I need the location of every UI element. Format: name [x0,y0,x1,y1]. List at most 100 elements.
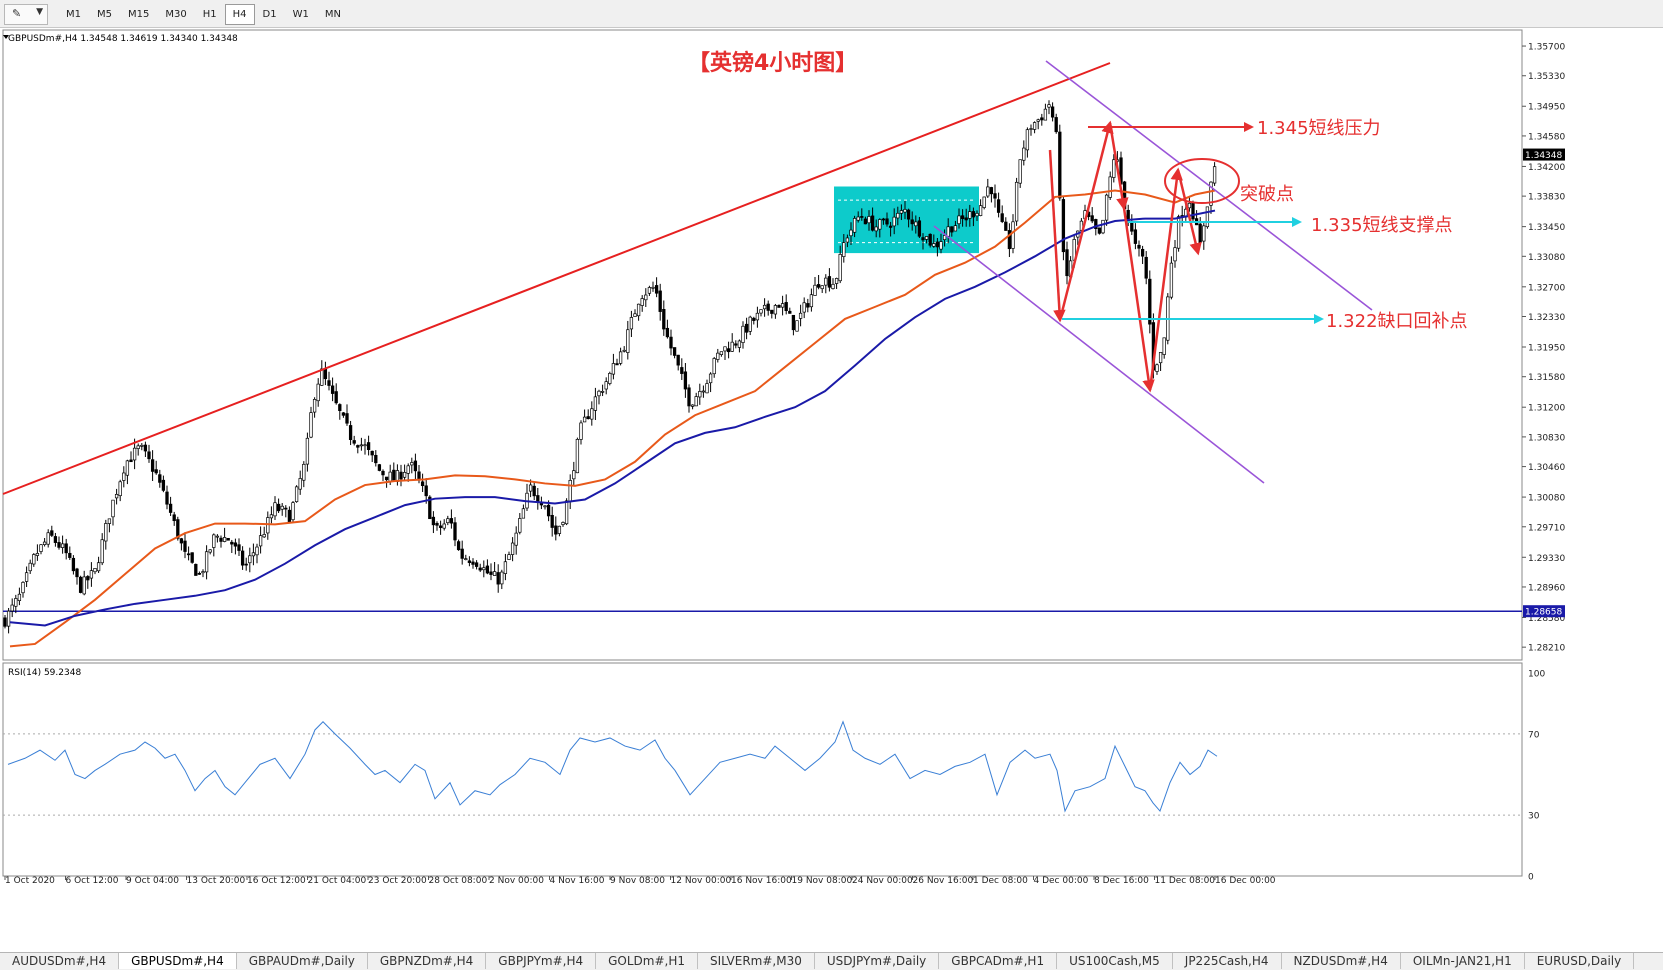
candle-bear [960,215,965,220]
price-axis-label: 1.32700 [1528,283,1565,293]
timeframe-button-mn[interactable]: MN [317,4,349,25]
candle-bear [435,522,439,526]
chart-tab[interactable]: GBPJPYm#,H4 [486,953,597,969]
candle-bear [989,187,994,195]
timeframe-button-m30[interactable]: M30 [157,4,194,25]
chart-tab[interactable]: EURUSD,Daily [1525,953,1635,969]
timeframe-button-m15[interactable]: M15 [120,4,157,25]
candle-bull [503,561,508,574]
chart-tab[interactable]: GBPNZDm#,H4 [368,953,487,969]
hline-price-label: 1.28658 [1525,608,1562,618]
time-axis-label: 16 Nov 16:00 [731,876,792,886]
candle-bear [1058,131,1062,199]
candle-bull [93,568,97,573]
chart-tab[interactable]: US100Cash,M5 [1057,953,1173,969]
candle-bear [1140,248,1145,257]
candle-bear [860,216,864,218]
chart-tabs: AUDUSDm#,H4 GBPUSDm#,H4 GBPAUDm#,Daily GBPN… [0,952,1663,970]
candle-bear [917,220,922,237]
candle-bull [849,229,853,237]
candle-bear [456,541,461,551]
candle-bear [1040,117,1044,121]
rsi-axis-label: 0 [1528,873,1534,883]
candle-bear [654,285,659,294]
timeframe-button-w1[interactable]: W1 [285,4,317,25]
candle-bear [744,323,749,333]
candle-bull [402,472,407,478]
candle-bull [1011,221,1015,249]
time-axis-label: 9 Oct 04:00 [126,876,179,886]
candle-bull [701,390,706,393]
price-axis-label: 1.30830 [1528,433,1565,443]
candle-bear [662,309,666,330]
candle-bull [446,518,450,524]
chart-tab[interactable]: AUDUSDm#,H4 [0,953,120,969]
candle-bear [474,562,479,567]
candle-bear [791,314,796,331]
timeframe-button-d1[interactable]: D1 [255,4,285,25]
price-axis-label: 1.34950 [1528,103,1565,113]
candle-bull [798,312,803,319]
candle-bear [129,459,133,463]
candle-bull [312,399,317,413]
candle-bull [716,352,720,360]
candle-bear [1090,215,1094,222]
candle-bear [471,561,475,565]
chart-tab[interactable]: GBPUSDm#,H4 [119,953,237,969]
price-axis-label: 1.34200 [1528,163,1565,173]
toolbar: ✎ ▼ M1 M5 M15 M30 H1 H4 D1 W1 MN [0,0,1663,28]
candle-bear [244,563,248,566]
candle-bull [6,610,11,627]
timeframe-button-m5[interactable]: M5 [89,4,120,25]
candle-bull [410,462,414,466]
candle-bull [125,460,130,476]
price-chart[interactable]: 1.35700 1.35330 1.34950 1.34580 1.34200 1.338… [0,28,1663,952]
candle-bear [1065,249,1069,277]
candle-bull [111,499,115,518]
candle-bear [413,460,418,472]
chart-tab[interactable]: GOLDm#,H1 [596,953,699,969]
candle-bear [348,425,353,440]
chart-tab[interactable]: OILMn-JAN21,H1 [1401,953,1525,969]
chart-tab[interactable]: GBPAUDm#,Daily [237,953,368,969]
candle-bull [759,309,763,314]
timeframe-button-h1[interactable]: H1 [195,4,225,25]
candle-bull [118,481,122,497]
candle-bull [712,358,716,375]
candle-bull [100,539,104,564]
line-studies-dropdown[interactable]: ✎ ▼ [4,4,48,25]
timeframe-toolbar: M1 M5 M15 M30 H1 H4 D1 W1 MN [58,4,349,25]
candle-bear [147,451,151,460]
candle-bear [658,290,662,312]
timeframe-button-h4[interactable]: H4 [224,4,255,25]
candle-bull [395,470,400,482]
candle-bull [388,471,392,483]
candle-bear [460,548,464,559]
rsi-axis-label: 100 [1528,670,1545,680]
chart-tab[interactable]: JP225Cash,H4 [1173,953,1282,969]
candle-bear [863,218,868,225]
chart-tab[interactable]: GBPCADm#,H1 [939,953,1058,969]
price-axis-label: 1.29330 [1528,554,1565,564]
candle-bear [78,576,83,593]
candle-bear [399,471,403,480]
candle-bear [64,543,68,554]
symbol-header: GBPUSDm#,H4 1.34548 1.34619 1.34340 1.34… [8,34,238,44]
candle-bull [878,219,882,230]
candle-bull [582,416,587,423]
chart-tab[interactable]: USDJPYm#,Daily [815,953,940,969]
chart-tab[interactable]: NZDUSDm#,H4 [1282,953,1401,969]
timeframe-button-m1[interactable]: M1 [58,4,89,25]
candle-bull [618,351,623,364]
candle-bear [71,557,76,572]
candle-bear [345,413,349,424]
candle-bull [1202,225,1206,242]
candle-bear [680,367,684,374]
candle-bear [1198,223,1202,243]
candle-bull [557,525,562,534]
time-axis-label: 6 Oct 12:00 [66,876,119,886]
chart-tab[interactable]: SILVERm#,M30 [698,953,815,969]
candle-bear [219,537,223,542]
candle-bear [194,563,198,576]
time-axis-label: 16 Oct 12:00 [247,876,306,886]
